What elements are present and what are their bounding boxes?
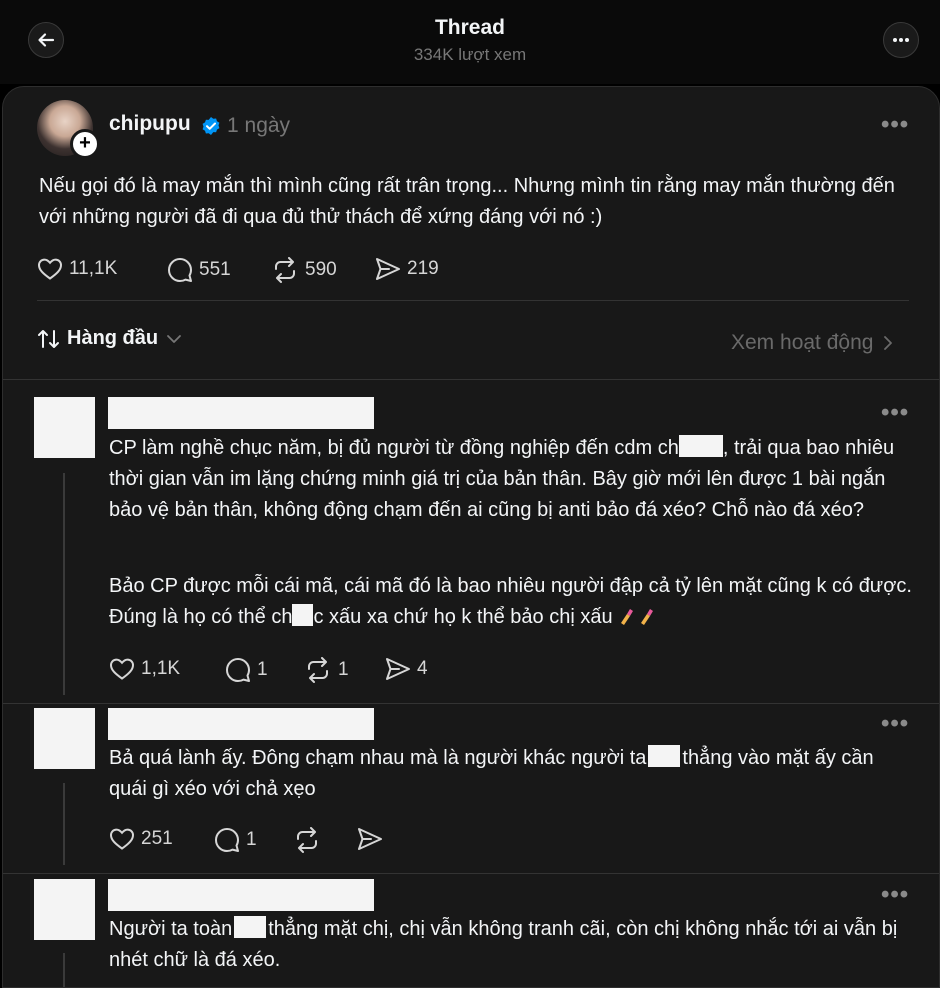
view-activity-link[interactable]: Xem hoạt động xyxy=(731,331,893,355)
comment-avatar[interactable] xyxy=(34,879,95,940)
like-button[interactable]: 11,1K xyxy=(37,257,117,281)
reply-button[interactable]: 1 xyxy=(225,657,268,683)
verified-icon xyxy=(202,117,220,135)
share-button[interactable]: 4 xyxy=(385,657,428,681)
comment-text: Bả quá lành ấy. Đông chạm nhau mà là ngư… xyxy=(109,745,874,800)
reply-button[interactable]: 1 xyxy=(214,827,257,853)
like-button[interactable]: 251 xyxy=(109,827,173,851)
like-count: 1,1K xyxy=(141,658,181,679)
comment-icon xyxy=(215,828,239,852)
heart-icon xyxy=(109,658,135,680)
divider xyxy=(3,379,939,380)
repost-button[interactable]: 590 xyxy=(271,257,337,283)
heart-icon xyxy=(109,828,135,850)
divider xyxy=(3,873,939,874)
chevron-down-icon xyxy=(167,334,182,343)
like-count: 11,1K xyxy=(69,258,118,279)
redacted-word xyxy=(648,745,681,767)
chevron-right-icon xyxy=(884,336,893,350)
top-bar: Thread 334K lượt xem xyxy=(0,0,940,84)
comment-icon xyxy=(168,258,192,282)
comment-text: Người ta toàn thẳng mặt chị, chị vẫn khôn… xyxy=(109,916,898,971)
sort-icon xyxy=(38,329,59,348)
redacted-word xyxy=(292,604,314,626)
share-button[interactable]: 219 xyxy=(375,257,439,281)
comment-more-button[interactable]: ••• xyxy=(881,881,909,909)
nail-polish-icon xyxy=(621,609,634,625)
sort-dropdown[interactable]: Hàng đầu xyxy=(37,327,182,350)
repost-icon xyxy=(297,827,317,853)
like-count: 251 xyxy=(141,828,173,849)
thread-panel: + chipupu 1 ngày ••• Nếu gọi đó là may m… xyxy=(2,86,940,988)
redacted-word xyxy=(234,916,267,938)
divider xyxy=(3,703,939,704)
repost-count: 590 xyxy=(305,259,337,280)
repost-count: 1 xyxy=(338,659,349,680)
divider xyxy=(37,300,909,301)
thread-line xyxy=(63,953,65,987)
repost-icon xyxy=(275,257,295,283)
share-count: 4 xyxy=(417,658,428,679)
comment-avatar[interactable] xyxy=(34,397,95,458)
share-count: 219 xyxy=(407,258,439,279)
post-username[interactable]: chipupu xyxy=(109,112,191,136)
post-text: Nếu gọi đó là may mắn thì mình cũng rất … xyxy=(39,175,895,228)
thread-line xyxy=(63,473,65,695)
reply-count: 551 xyxy=(199,259,231,280)
comment-text-2: Bảo CP được mỗi cái mã, cái mã đó là bao… xyxy=(109,575,912,628)
share-icon xyxy=(358,828,382,850)
view-count: 334K lượt xem xyxy=(413,45,527,64)
post-time: 1 ngày xyxy=(227,114,291,137)
comment-more-button[interactable]: ••• xyxy=(881,710,909,738)
redacted-word xyxy=(678,435,723,457)
share-icon xyxy=(386,658,410,680)
repost-icon xyxy=(308,657,328,683)
repost-button[interactable]: 1 xyxy=(304,657,349,683)
reply-button[interactable]: 551 xyxy=(167,257,231,283)
share-icon xyxy=(376,258,400,280)
view-activity-label: Xem hoạt động xyxy=(731,331,874,354)
share-button[interactable] xyxy=(357,827,383,851)
nail-polish-icon xyxy=(641,609,654,625)
more-options-button[interactable] xyxy=(883,22,919,58)
thread-line xyxy=(63,783,65,865)
page-title: Thread xyxy=(434,16,505,39)
comment-icon xyxy=(226,658,250,682)
heart-icon xyxy=(37,258,63,280)
repost-button[interactable] xyxy=(293,827,321,853)
more-icon xyxy=(893,38,909,42)
comment-text: CP làm nghề chục năm, bị đủ người từ đồn… xyxy=(109,435,895,521)
comment-username[interactable] xyxy=(108,708,374,740)
comment-username[interactable] xyxy=(108,397,374,429)
comment-avatar[interactable] xyxy=(34,708,95,769)
sort-label: Hàng đầu xyxy=(67,327,159,349)
comment-username[interactable] xyxy=(108,879,374,911)
reply-count: 1 xyxy=(257,659,268,680)
post-more-button[interactable]: ••• xyxy=(881,111,909,139)
comment-more-button[interactable]: ••• xyxy=(881,399,909,427)
follow-plus-icon[interactable]: + xyxy=(70,129,100,159)
reply-count: 1 xyxy=(246,829,257,850)
like-button[interactable]: 1,1K xyxy=(109,657,180,681)
